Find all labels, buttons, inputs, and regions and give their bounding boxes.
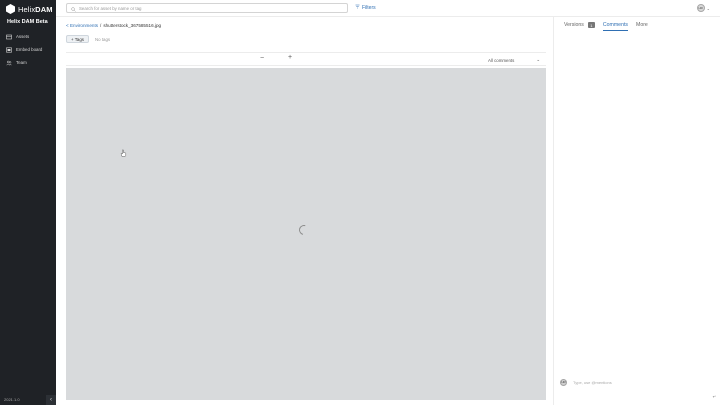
sidebar-item-label: Team — [16, 60, 27, 65]
app-version: 2021.1.0 — [4, 397, 20, 402]
breadcrumb-separator: / — [100, 23, 102, 28]
app-name: Helix DAM Beta — [7, 19, 48, 25]
tab-comments[interactable]: Comments — [602, 21, 628, 31]
sidebar-item-assets[interactable]: Assets — [0, 30, 56, 43]
comments-panel: Versions 1 Comments More HR ↵ — [553, 17, 720, 405]
breadcrumb-back-link[interactable]: < Environments — [66, 23, 98, 28]
comment-composer: HR — [560, 378, 715, 386]
breadcrumb: < Environments / shutterstock_367585516.… — [66, 23, 161, 28]
tags-row: + Tags No tags — [66, 35, 110, 43]
avatar: HR — [696, 4, 705, 12]
panel-tabs: Versions 1 Comments More — [564, 20, 648, 32]
breadcrumb-file: shutterstock_367585516.jpg — [103, 23, 162, 28]
comment-filter-value: All comments — [488, 57, 515, 63]
chevron-down-icon: ⌄ — [536, 57, 540, 62]
search-input[interactable] — [79, 5, 339, 11]
embed-board-icon — [6, 47, 12, 53]
tab-more[interactable]: More — [636, 22, 648, 30]
tab-label: Comments — [602, 21, 628, 28]
logo[interactable]: HelixDAM — [6, 3, 53, 15]
no-tags-text: No tags — [94, 36, 111, 42]
send-icon[interactable]: ↵ — [713, 394, 716, 399]
sidebar-item-team[interactable]: Team — [0, 56, 56, 69]
comment-filter-select[interactable]: All comments ⌄ — [488, 56, 540, 64]
tab-versions[interactable]: Versions 1 — [564, 22, 595, 30]
sidebar-nav: Assets Embed board Team — [0, 30, 56, 69]
sidebar-item-label: Embed board — [16, 47, 43, 52]
top-bar: Filters HR ⌄ — [56, 0, 720, 17]
filter-icon — [355, 4, 360, 11]
user-menu[interactable]: HR ⌄ — [696, 4, 710, 12]
comment-input[interactable] — [573, 379, 703, 385]
loading-spinner-icon — [297, 223, 311, 237]
image-canvas[interactable] — [66, 68, 546, 400]
viewer-toolbar: − + All comments ⌄ — [66, 52, 546, 66]
search-box[interactable] — [66, 3, 348, 13]
tab-label: Versions — [564, 22, 584, 28]
assets-icon — [6, 34, 12, 40]
sidebar: HelixDAM Helix DAM Beta Assets Embed boa… — [0, 0, 56, 405]
zoom-out-button[interactable]: − — [260, 55, 264, 62]
chevron-left-icon: ‹ — [50, 397, 52, 403]
hand-cursor-icon — [120, 149, 126, 157]
avatar: HR — [560, 378, 567, 386]
add-tags-button[interactable]: + Tags — [66, 35, 89, 43]
asset-viewer: < Environments / shutterstock_367585516.… — [56, 17, 553, 405]
zoom-in-button[interactable]: + — [288, 54, 292, 61]
search-icon — [71, 0, 76, 17]
logo-text: HelixDAM — [18, 4, 53, 14]
sidebar-item-label: Assets — [16, 34, 30, 39]
filters-button[interactable]: Filters — [355, 4, 376, 11]
filters-label: Filters — [362, 4, 376, 11]
collapse-sidebar-button[interactable]: ‹ — [46, 395, 56, 405]
team-icon — [6, 60, 12, 66]
hexagon-logo-icon — [6, 4, 15, 14]
tab-label: More — [636, 22, 648, 28]
versions-count-badge: 1 — [587, 22, 595, 28]
chevron-down-icon: ⌄ — [706, 5, 710, 11]
sidebar-item-embed-board[interactable]: Embed board — [0, 43, 56, 56]
